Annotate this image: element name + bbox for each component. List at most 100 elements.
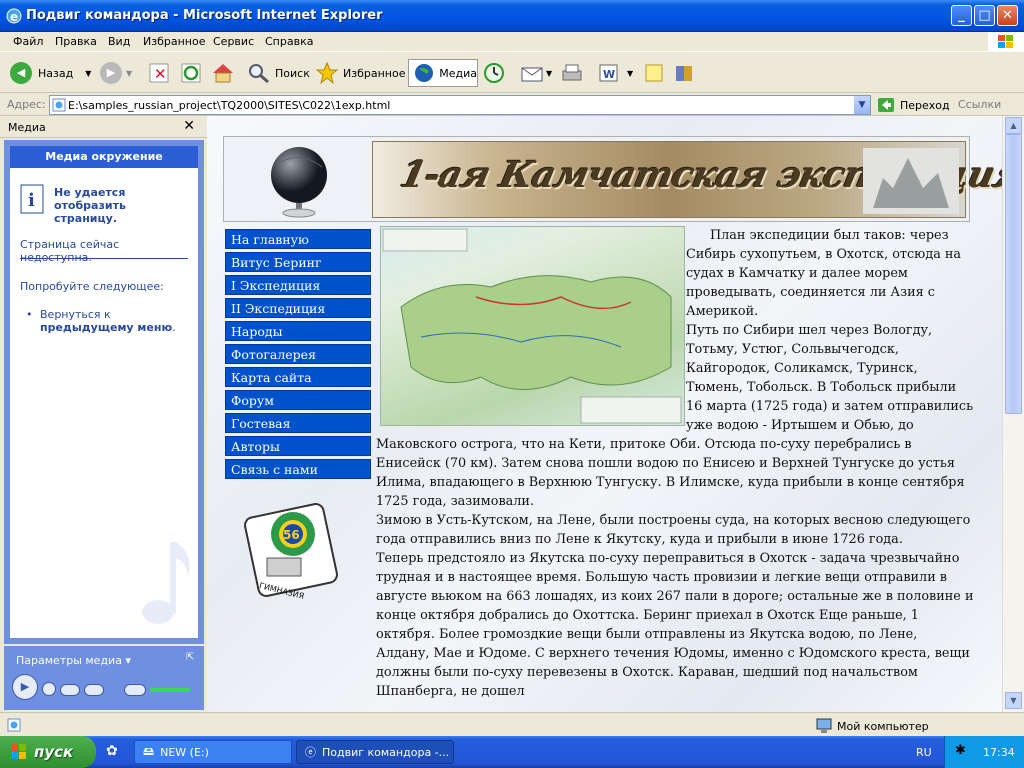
go-button[interactable]: Переход <box>877 97 950 113</box>
divider <box>20 258 188 259</box>
close-button[interactable]: ✕ <box>997 5 1018 26</box>
nav-home[interactable]: На главную <box>225 229 371 249</box>
error-title: Не удается отобразить страницу. <box>54 186 126 225</box>
research-icon <box>676 66 692 81</box>
stop-button[interactable]: ✕ <box>148 59 170 87</box>
taskbar: пуск ✿ 🖴 NEW (E:) ⓔ Подвиг командора -..… <box>0 736 1024 768</box>
taskbar-item-new-e[interactable]: 🖴 NEW (E:) <box>134 740 292 764</box>
nav-peoples[interactable]: Народы <box>225 321 371 341</box>
address-value: E:\samples_russian_project\TQ2000\SITES\… <box>68 99 391 112</box>
research-button[interactable] <box>673 59 697 87</box>
undock-icon[interactable]: ⇱ <box>186 652 194 663</box>
start-button[interactable]: пуск <box>0 736 96 768</box>
prev-track-button[interactable] <box>60 684 80 696</box>
menu-favorites[interactable]: Избранное <box>143 35 205 48</box>
media-icon <box>415 64 433 82</box>
forward-button[interactable]: ▶ ▼ <box>100 59 132 87</box>
note-icon <box>645 64 663 82</box>
back-icon: ◀ <box>10 62 32 84</box>
word-icon: W <box>599 64 618 82</box>
menu-edit[interactable]: Правка <box>55 35 97 48</box>
fortress-drawing <box>863 148 959 214</box>
nav-vitus-bering[interactable]: Витус Беринг <box>225 252 371 272</box>
scroll-down-button[interactable]: ▼ <box>1005 692 1022 709</box>
menu-bar: Файл Правка Вид Избранное Сервис Справка <box>0 32 1024 52</box>
header-banner: 1-ая Камчатская экспедиция <box>223 136 1002 222</box>
nav-photogallery[interactable]: Фотогалерея <box>225 344 371 364</box>
windows-logo-icon <box>988 32 1024 52</box>
menu-tools[interactable]: Сервис <box>213 35 254 48</box>
drive-icon: 🖴 <box>143 744 155 758</box>
address-input[interactable]: E:\samples_russian_project\TQ2000\SITES\… <box>49 95 871 115</box>
scroll-thumb[interactable] <box>1005 134 1022 414</box>
mail-button[interactable]: ▼ <box>520 59 552 87</box>
bullet-icon: • <box>26 308 33 321</box>
previous-menu-link[interactable]: предыдущему меню <box>40 321 172 334</box>
nav-sitemap[interactable]: Карта сайта <box>225 367 371 387</box>
try-label: Попробуйте следующее: <box>20 280 164 293</box>
svg-text:✕: ✕ <box>154 65 167 83</box>
unavailable-text: Страница сейчас недоступна. <box>20 238 120 264</box>
print-button[interactable] <box>560 59 584 87</box>
favorites-button[interactable]: Избранное <box>315 59 405 87</box>
gymnasium-badge: 56 ГИМНАЗИЯ <box>237 496 347 606</box>
menu-help[interactable]: Справка <box>265 35 313 48</box>
media-error-box: Медиа окружение i Не удается отобразить … <box>10 146 198 638</box>
forward-icon: ▶ <box>100 62 122 84</box>
windows-flag-icon <box>11 744 26 759</box>
title-bar[interactable]: e Подвиг командора - Microsoft Internet … <box>0 0 1024 32</box>
home-button[interactable] <box>211 59 235 87</box>
nav-guestbook[interactable]: Гостевая <box>225 413 371 433</box>
discuss-button[interactable] <box>643 59 665 87</box>
computer-icon <box>816 718 832 733</box>
volume-slider[interactable] <box>150 688 190 692</box>
gymnasium-logo: 56 ГИМНАЗИЯ <box>244 503 338 601</box>
mute-button[interactable] <box>124 684 146 696</box>
next-track-button[interactable] <box>84 684 104 696</box>
address-dropdown-button[interactable]: ▼ <box>854 96 870 114</box>
maximize-button[interactable]: □ <box>974 5 995 26</box>
menu-file[interactable]: Файл <box>13 35 43 48</box>
media-params-menu[interactable]: Параметры медиа ▾ <box>16 654 131 667</box>
article-paragraph: Теперь предстояло из Якутска по-суху пер… <box>376 551 974 699</box>
tray-app-icon[interactable]: ✱ <box>955 743 966 758</box>
quicklaunch-icon[interactable]: ✿ <box>106 743 118 759</box>
banner-image: 1-ая Камчатская экспедиция <box>372 141 1002 218</box>
stop-media-button[interactable] <box>42 682 56 696</box>
svg-text:i: i <box>28 190 35 211</box>
edit-button[interactable]: W ▼ <box>597 59 633 87</box>
taskbar-item-ie[interactable]: ⓔ Подвиг командора -... <box>296 740 454 764</box>
map-of-siberia <box>380 226 685 426</box>
history-button[interactable] <box>482 59 506 87</box>
vertical-scrollbar[interactable]: ▲ ▼ <box>1002 116 1024 712</box>
nav-contact[interactable]: Связь с нами <box>225 459 371 479</box>
search-button[interactable]: Поиск <box>247 59 310 87</box>
refresh-button[interactable] <box>180 59 202 87</box>
nav-menu: На главную Витус Беринг I Экспедиция II … <box>223 226 373 479</box>
nav-expedition-1[interactable]: I Экспедиция <box>225 275 371 295</box>
scroll-up-button[interactable]: ▲ <box>1005 117 1022 134</box>
nav-forum[interactable]: Форум <box>225 390 371 410</box>
links-button[interactable]: Ссылки <box>958 98 1001 111</box>
language-indicator[interactable]: RU <box>916 746 932 759</box>
back-button[interactable]: ◀ Назад ▼ <box>10 59 91 87</box>
pane-close-icon[interactable]: ✕ <box>183 118 195 134</box>
back-suggestion: Вернуться к предыдущему меню. <box>40 308 176 334</box>
web-page: 1-ая Камчатская экспедиция На главную Ви… <box>207 116 1002 712</box>
window-title: Подвиг командора - Microsoft Internet Ex… <box>26 8 383 23</box>
status-bar: Мой компьютер <box>0 712 1024 736</box>
svg-text:W: W <box>603 68 615 81</box>
nav-expedition-2[interactable]: II Экспедиция <box>225 298 371 318</box>
ie-icon: e <box>6 8 22 24</box>
address-bar: Адрес: E:\samples_russian_project\TQ2000… <box>0 94 1024 116</box>
minimize-button[interactable]: _ <box>951 5 972 26</box>
media-environment-title: Медиа окружение <box>10 146 198 168</box>
toolbar: ◀ Назад ▼ ▶ ▼ ✕ Поиск Избранное Медиа ▼ … <box>0 53 1024 93</box>
search-icon <box>249 64 269 84</box>
play-button[interactable]: ▶ <box>12 674 38 700</box>
menu-view[interactable]: Вид <box>108 35 130 48</box>
media-button[interactable]: Медиа <box>408 59 478 87</box>
nav-authors[interactable]: Авторы <box>225 436 371 456</box>
back-prefix: Вернуться к <box>40 308 111 321</box>
svg-text:e: e <box>10 10 18 24</box>
